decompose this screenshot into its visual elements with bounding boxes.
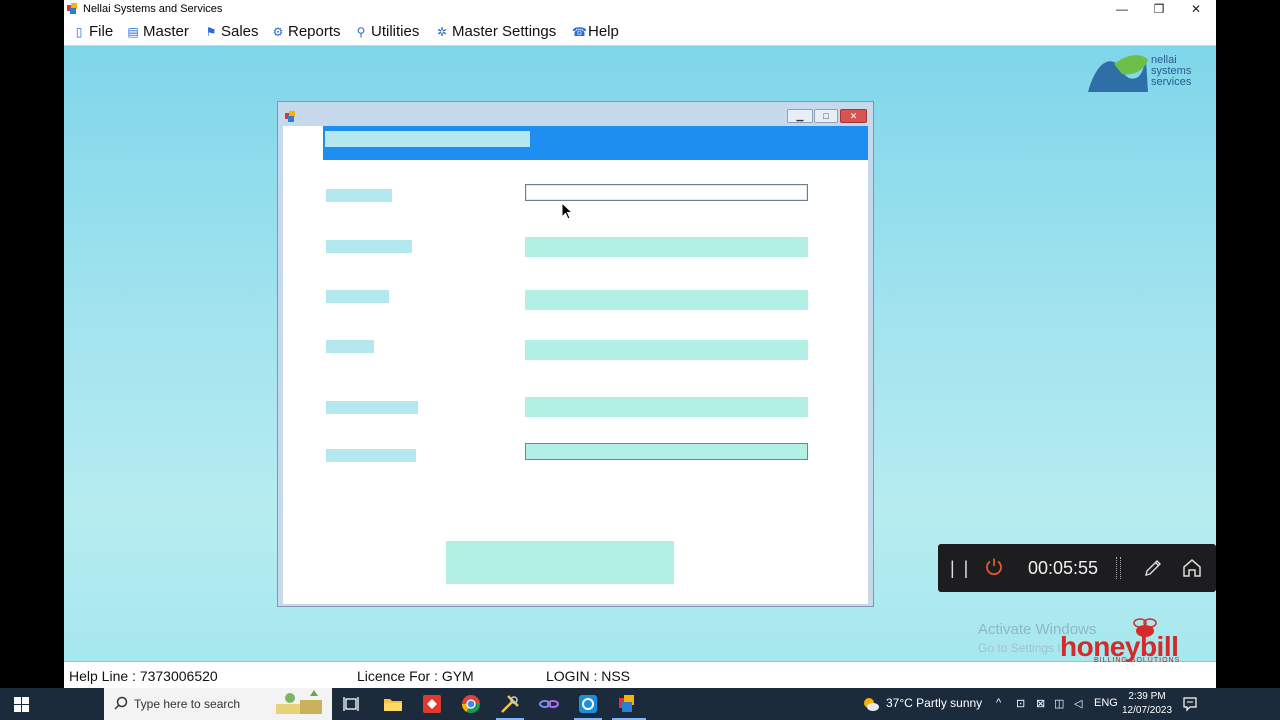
search-placeholder: Type here to search (134, 697, 241, 711)
screen-recorder-toolbar: | | 00:05:55 (938, 544, 1216, 592)
search-icon (114, 696, 128, 710)
logo-line-3: services (1151, 76, 1192, 88)
menu-master[interactable]: ▤ Master (127, 19, 189, 45)
windows-logo-icon (14, 697, 29, 712)
menu-reports-label: Reports (288, 23, 341, 40)
menu-file[interactable]: ▯ File (73, 19, 113, 45)
home-icon[interactable] (1181, 557, 1203, 579)
tray-wifi-icon[interactable]: ◫ (1054, 697, 1064, 710)
menu-master-label: Master (143, 23, 189, 40)
menu-file-label: File (89, 23, 114, 40)
file-explorer-icon[interactable] (381, 692, 405, 716)
text-field-6[interactable] (525, 443, 808, 460)
text-field-5[interactable] (525, 397, 808, 417)
field-label-1 (326, 189, 392, 202)
field-label-6 (326, 449, 416, 462)
nellai-logo-icon (1088, 55, 1148, 92)
menu-master-settings-label: Master Settings (452, 23, 557, 40)
link-app-icon[interactable] (537, 692, 561, 716)
utilities-icon: ⚲ (356, 25, 366, 39)
weather-partly-sunny-icon (864, 698, 879, 711)
activate-windows-subtitle: Go to Settings t (978, 641, 1061, 655)
reports-icon: ⚙ (272, 25, 284, 39)
tray-chevron-up-icon[interactable]: ^ (996, 697, 1001, 709)
taskbar-clock[interactable]: 2:39 PM 12/07/2023 (1122, 690, 1172, 718)
tray-network-icon[interactable]: ⊡ (1016, 697, 1025, 710)
sales-icon: ⚑ (205, 25, 217, 39)
taskbar-weather[interactable]: 37°C Partly sunny (886, 696, 982, 710)
tools-app-icon[interactable] (498, 692, 522, 716)
status-licence: Licence For : GYM (357, 668, 474, 684)
menu-help-label: Help (588, 23, 619, 40)
tray-language[interactable]: ENG (1094, 697, 1118, 709)
menu-reports[interactable]: ⚙ Reports (272, 19, 341, 45)
minimize-button[interactable]: — (1104, 0, 1140, 19)
honeybill-tagline: BILLING SOLUTIONS (1094, 657, 1181, 664)
anydesk-icon[interactable] (420, 692, 444, 716)
child-dialog: ▁ □ ✕ (277, 101, 874, 607)
field-label-2 (326, 240, 412, 253)
file-icon: ▯ (75, 25, 83, 39)
drag-handle-icon[interactable] (1116, 557, 1121, 579)
nellai-app-taskbar-icon[interactable] (615, 692, 639, 716)
task-view-icon[interactable] (340, 692, 364, 716)
dialog-close-button[interactable]: ✕ (840, 109, 867, 123)
menu-master-settings[interactable]: ✲ Master Settings (436, 19, 556, 45)
pen-icon[interactable] (1143, 558, 1163, 578)
search-highlight-illustration-icon (276, 690, 322, 714)
text-field-3[interactable] (525, 290, 808, 310)
dialog-header-title-field (325, 131, 530, 147)
taskbar-search-box[interactable]: Type here to search (104, 688, 332, 720)
text-field-4[interactable] (525, 340, 808, 360)
menu-sales[interactable]: ⚑ Sales (205, 19, 259, 45)
start-button[interactable] (0, 688, 44, 720)
restore-button[interactable]: ❐ (1141, 0, 1177, 19)
tray-volume-icon[interactable]: ◁ (1074, 697, 1082, 710)
windows-taskbar: Type here to search 37°C Partly sunny ^ … (0, 688, 1280, 720)
help-icon: ☎ (572, 25, 587, 39)
dialog-body (283, 126, 868, 604)
status-bar: Help Line : 7373006520 Licence For : GYM… (64, 662, 1216, 688)
stop-power-icon[interactable] (984, 557, 1004, 577)
text-field-1[interactable] (525, 184, 808, 201)
taskbar-date: 12/07/2023 (1122, 705, 1173, 716)
pause-icon[interactable]: | | (950, 558, 970, 579)
notifications-icon[interactable] (1182, 696, 1198, 712)
dialog-maximize-button[interactable]: □ (814, 109, 838, 123)
menu-bar: ▯ File ▤ Master ⚑ Sales ⚙ Reports ⚲ Utilities… (64, 19, 1216, 46)
field-label-5 (326, 401, 418, 414)
settings-icon: ✲ (436, 25, 448, 39)
text-field-2[interactable] (525, 237, 808, 257)
tray-security-icon[interactable]: ⊠ (1036, 697, 1045, 710)
menu-help[interactable]: ☎Help (572, 19, 619, 45)
logo-text: nellai systems services (1151, 55, 1191, 88)
taskbar-time: 2:39 PM (1128, 691, 1166, 702)
remote-app-icon[interactable] (576, 692, 600, 716)
dialog-icon (285, 111, 295, 122)
menu-sales-label: Sales (221, 23, 259, 40)
master-icon: ▤ (127, 25, 139, 39)
status-helpline: Help Line : 7373006520 (69, 668, 218, 684)
menu-utilities[interactable]: ⚲ Utilities (355, 19, 420, 45)
app-icon (67, 3, 77, 14)
status-login: LOGIN : NSS (546, 668, 631, 684)
chrome-icon[interactable] (459, 692, 483, 716)
mouse-cursor-icon (561, 202, 573, 220)
menu-utilities-label: Utilities (371, 23, 420, 40)
submit-button[interactable] (446, 541, 674, 584)
field-label-4 (326, 340, 374, 353)
dialog-minimize-button[interactable]: ▁ (787, 109, 813, 123)
app-titlebar: Nellai Systems and Services — ❐ ✕ (64, 0, 1216, 19)
app-title: Nellai Systems and Services (83, 3, 223, 15)
field-label-3 (326, 290, 389, 303)
recording-elapsed-time: 00:05:55 (1028, 558, 1099, 578)
close-button[interactable]: ✕ (1178, 0, 1214, 19)
